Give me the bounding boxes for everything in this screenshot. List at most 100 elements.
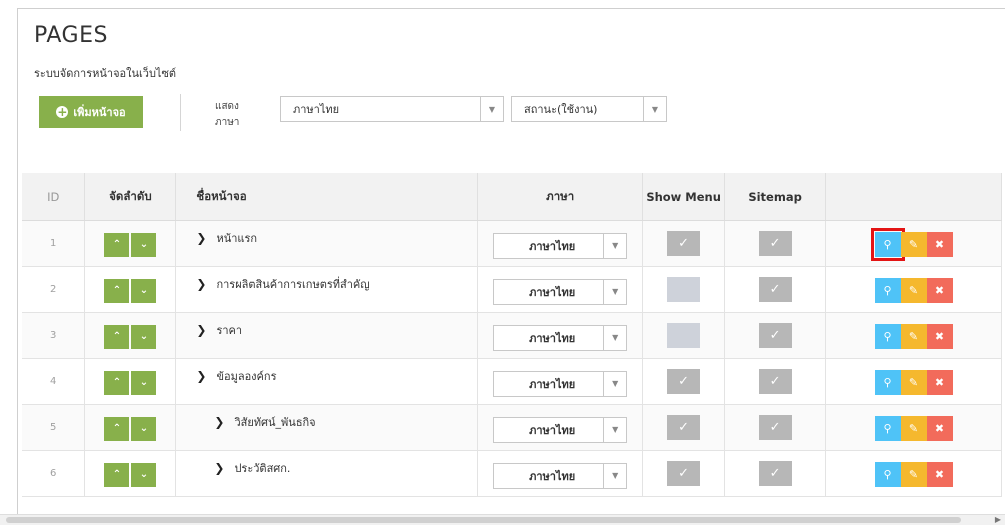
chevron-down-icon: ⌄ bbox=[131, 232, 157, 257]
edit-button[interactable]: ✎ bbox=[900, 232, 927, 257]
plus-icon: + bbox=[56, 105, 69, 119]
sitemap-toggle[interactable]: ✓ bbox=[758, 231, 792, 256]
row-language-select[interactable]: ภาษาไทย ▼ bbox=[493, 232, 628, 259]
row-language-select[interactable]: ภาษาไทย ▼ bbox=[493, 416, 628, 443]
view-button[interactable]: ⚲ bbox=[874, 324, 901, 349]
move-up-button[interactable]: ⌃ bbox=[104, 370, 130, 395]
chevron-up-icon: ⌃ bbox=[104, 232, 130, 257]
language-filter-value: ภาษาไทย bbox=[293, 103, 340, 116]
scrollbar-thumb[interactable] bbox=[6, 517, 961, 523]
view-button[interactable]: ⚲ bbox=[874, 462, 901, 487]
chevron-up-icon: ⌃ bbox=[104, 370, 130, 395]
move-up-button[interactable]: ⌃ bbox=[104, 278, 130, 303]
delete-button[interactable]: ✖ bbox=[926, 370, 953, 395]
chevron-right-icon[interactable]: ❯ bbox=[196, 323, 206, 337]
name-cell: ❯ การผลิตสินค้าการเกษตรที่สำคัญ bbox=[175, 266, 479, 313]
chevron-down-icon: ▼ bbox=[603, 463, 626, 488]
page-name[interactable]: วิสัยทัศน์_พันธกิจ bbox=[234, 413, 315, 431]
add-page-button[interactable]: + เพิ่มหน้าจอ bbox=[39, 96, 143, 128]
chevron-down-icon: ⌄ bbox=[131, 416, 157, 441]
row-language-select[interactable]: ภาษาไทย ▼ bbox=[493, 462, 628, 489]
delete-button[interactable]: ✖ bbox=[926, 462, 953, 487]
row-language-select[interactable]: ภาษาไทย ▼ bbox=[493, 324, 628, 351]
delete-button[interactable]: ✖ bbox=[926, 278, 953, 303]
edit-icon: ✎ bbox=[908, 238, 919, 251]
delete-button[interactable]: ✖ bbox=[926, 416, 953, 441]
sitemap-toggle[interactable]: ✓ bbox=[758, 369, 792, 394]
chevron-down-icon: ▼ bbox=[603, 417, 626, 442]
page-name[interactable]: หน้าแรก bbox=[216, 229, 257, 247]
horizontal-scrollbar[interactable]: ▶ bbox=[0, 514, 1005, 525]
close-icon: ✖ bbox=[934, 330, 945, 343]
move-down-button[interactable]: ⌄ bbox=[131, 232, 157, 257]
move-up-button[interactable]: ⌃ bbox=[104, 462, 130, 487]
move-down-button[interactable]: ⌄ bbox=[131, 370, 157, 395]
show-menu-toggle[interactable]: ✓ bbox=[667, 461, 701, 486]
status-filter-select[interactable]: สถานะ(ใช้งาน) ▼ bbox=[511, 96, 667, 122]
language-filter-select[interactable]: ภาษาไทย ▼ bbox=[280, 96, 504, 122]
show-menu-toggle[interactable]: ✓ bbox=[667, 277, 701, 302]
chevron-right-icon[interactable]: ❯ bbox=[196, 231, 206, 245]
edit-button[interactable]: ✎ bbox=[900, 324, 927, 349]
scroll-right-icon[interactable]: ▶ bbox=[995, 515, 1001, 524]
move-down-button[interactable]: ⌄ bbox=[131, 324, 157, 349]
show-menu-cell: ✓ bbox=[642, 450, 726, 497]
actions-cell: ⚲ ✎ ✖ bbox=[825, 312, 1002, 359]
view-button[interactable]: ⚲ bbox=[874, 278, 901, 303]
row-language-select[interactable]: ภาษาไทย ▼ bbox=[493, 370, 628, 397]
chevron-right-icon[interactable]: ❯ bbox=[196, 277, 206, 291]
edit-button[interactable]: ✎ bbox=[900, 416, 927, 441]
column-header-name: ชื่อหน้าจอ bbox=[175, 173, 479, 221]
move-up-button[interactable]: ⌃ bbox=[104, 416, 130, 441]
move-up-button[interactable]: ⌃ bbox=[104, 324, 130, 349]
edit-icon: ✎ bbox=[908, 468, 919, 481]
language-cell: ภาษาไทย ▼ bbox=[477, 266, 644, 313]
edit-button[interactable]: ✎ bbox=[900, 462, 927, 487]
view-button[interactable]: ⚲ bbox=[874, 370, 901, 395]
search-icon: ⚲ bbox=[883, 284, 892, 297]
column-header-show-menu: Show Menu bbox=[642, 173, 726, 221]
view-button[interactable]: ⚲ bbox=[874, 416, 901, 441]
row-language-value: ภาษาไทย bbox=[529, 423, 576, 437]
show-menu-toggle[interactable]: ✓ bbox=[667, 231, 701, 256]
edit-button[interactable]: ✎ bbox=[900, 278, 927, 303]
order-cell: ⌃ ⌄ bbox=[84, 312, 177, 359]
name-cell: ❯ ราคา bbox=[175, 312, 479, 359]
show-menu-cell: ✓ bbox=[642, 312, 726, 359]
chevron-right-icon[interactable]: ❯ bbox=[214, 461, 224, 475]
show-menu-toggle[interactable]: ✓ bbox=[667, 369, 701, 394]
show-menu-toggle[interactable]: ✓ bbox=[667, 323, 701, 348]
move-down-button[interactable]: ⌄ bbox=[131, 278, 157, 303]
page-name[interactable]: ข้อมูลองค์กร bbox=[216, 367, 276, 385]
edit-button[interactable]: ✎ bbox=[900, 370, 927, 395]
sitemap-toggle[interactable]: ✓ bbox=[758, 323, 792, 348]
delete-button[interactable]: ✖ bbox=[926, 232, 953, 257]
row-id: 4 bbox=[22, 358, 86, 405]
show-menu-cell: ✓ bbox=[642, 220, 726, 267]
language-cell: ภาษาไทย ▼ bbox=[477, 358, 644, 405]
delete-button[interactable]: ✖ bbox=[926, 324, 953, 349]
page-name[interactable]: การผลิตสินค้าการเกษตรที่สำคัญ bbox=[216, 275, 369, 293]
sitemap-toggle[interactable]: ✓ bbox=[758, 461, 792, 486]
move-down-button[interactable]: ⌄ bbox=[131, 416, 157, 441]
sitemap-toggle[interactable]: ✓ bbox=[758, 415, 792, 440]
page-name[interactable]: ราคา bbox=[216, 321, 242, 339]
column-header-language: ภาษา bbox=[477, 173, 644, 221]
table-row: 6 ⌃ ⌄ ❯ ประวัติสศก. ภาษาไทย ▼ ✓ ✓ ⚲ ✎ ✖ bbox=[22, 450, 1002, 497]
move-up-button[interactable]: ⌃ bbox=[104, 232, 130, 257]
move-down-button[interactable]: ⌄ bbox=[131, 462, 157, 487]
chevron-right-icon[interactable]: ❯ bbox=[196, 369, 206, 383]
search-icon: ⚲ bbox=[883, 238, 892, 251]
row-language-select[interactable]: ภาษาไทย ▼ bbox=[493, 278, 628, 305]
chevron-up-icon: ⌃ bbox=[104, 324, 130, 349]
sitemap-toggle[interactable]: ✓ bbox=[758, 277, 792, 302]
view-button[interactable]: ⚲ bbox=[870, 228, 905, 261]
column-header-order: จัดลำดับ bbox=[84, 173, 177, 221]
edit-icon: ✎ bbox=[908, 284, 919, 297]
search-icon: ⚲ bbox=[883, 330, 892, 343]
chevron-right-icon[interactable]: ❯ bbox=[214, 415, 224, 429]
sitemap-cell: ✓ bbox=[724, 312, 827, 359]
page-name[interactable]: ประวัติสศก. bbox=[234, 459, 290, 477]
show-menu-toggle[interactable]: ✓ bbox=[667, 415, 701, 440]
show-menu-cell: ✓ bbox=[642, 266, 726, 313]
